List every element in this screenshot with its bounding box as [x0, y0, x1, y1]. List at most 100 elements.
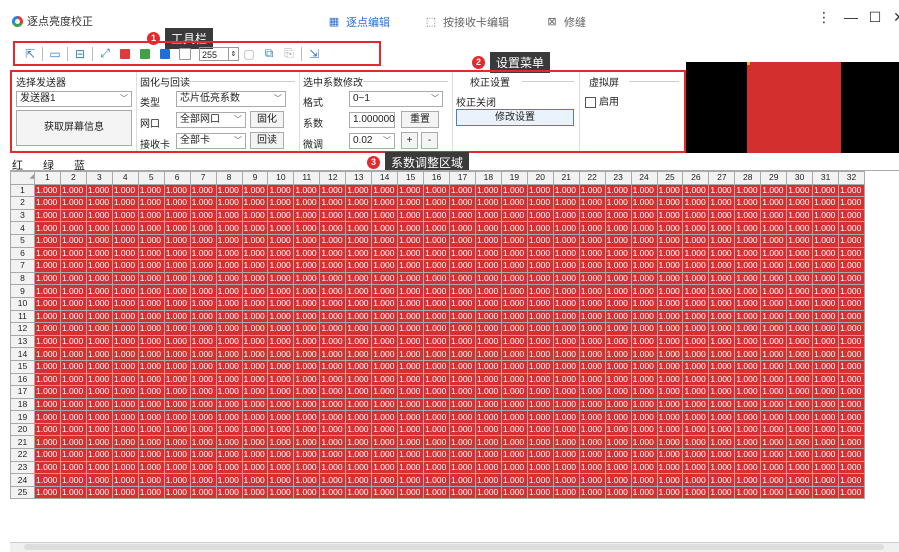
- coefficient-cell[interactable]: 1.000: [293, 183, 321, 198]
- coefficient-cell[interactable]: 1.000: [838, 296, 865, 311]
- coefficient-cell[interactable]: 1.000: [786, 397, 814, 412]
- more-menu-icon[interactable]: ⋮: [815, 9, 833, 26]
- column-header[interactable]: 19: [500, 171, 528, 185]
- coefficient-cell[interactable]: 1.000: [371, 221, 399, 235]
- coefficient-cell[interactable]: 1.000: [500, 208, 528, 223]
- coefficient-cell[interactable]: 1.000: [838, 385, 865, 399]
- coefficient-cell[interactable]: 1.000: [682, 233, 710, 248]
- coefficient-cell[interactable]: 1.000: [630, 359, 658, 374]
- coefficient-cell[interactable]: 1.000: [734, 271, 762, 286]
- coefficient-cell[interactable]: 1.000: [526, 397, 554, 412]
- coefficient-cell[interactable]: 1.000: [838, 208, 865, 223]
- coefficient-cell[interactable]: 1.000: [163, 359, 191, 374]
- coefficient-cell[interactable]: 1.000: [474, 372, 502, 387]
- coefficient-cell[interactable]: 1.000: [371, 435, 399, 450]
- coefficient-cell[interactable]: 1.000: [474, 309, 502, 324]
- coefficient-cell[interactable]: 1.000: [449, 246, 476, 261]
- column-header[interactable]: 3: [85, 171, 113, 185]
- coefficient-cell[interactable]: 1.000: [838, 284, 865, 298]
- coefficient-cell[interactable]: 1.000: [215, 372, 243, 387]
- coefficient-cell[interactable]: 1.000: [474, 208, 502, 223]
- coefficient-cell[interactable]: 1.000: [345, 372, 373, 387]
- coefficient-cell[interactable]: 1.000: [474, 347, 502, 361]
- coefficient-cell[interactable]: 1.000: [163, 334, 191, 349]
- coefficient-cell[interactable]: 1.000: [760, 208, 788, 223]
- coefficient-cell[interactable]: 1.000: [59, 347, 87, 361]
- coefficient-cell[interactable]: 1.000: [500, 271, 528, 286]
- coefficient-cell[interactable]: 1.000: [319, 259, 347, 273]
- coefficient-cell[interactable]: 1.000: [760, 385, 788, 399]
- coefficient-cell[interactable]: 1.000: [319, 309, 347, 324]
- coefficient-cell[interactable]: 1.000: [371, 397, 399, 412]
- coefficient-cell[interactable]: 1.000: [59, 259, 87, 273]
- coefficient-cell[interactable]: 1.000: [708, 309, 736, 324]
- coefficient-cell[interactable]: 1.000: [59, 334, 87, 349]
- coefficient-cell[interactable]: 1.000: [734, 460, 762, 475]
- coefficient-cell[interactable]: 1.000: [85, 208, 113, 223]
- coefficient-cell[interactable]: 1.000: [215, 347, 243, 361]
- coefficient-cell[interactable]: 1.000: [526, 196, 554, 210]
- coefficient-cell[interactable]: 1.000: [59, 460, 87, 475]
- coefficient-cell[interactable]: 1.000: [708, 233, 736, 248]
- coefficient-cell[interactable]: 1.000: [345, 448, 373, 462]
- coefficient-cell[interactable]: 1.000: [111, 271, 139, 286]
- column-header[interactable]: 16: [423, 171, 450, 185]
- coefficient-cell[interactable]: 1.000: [708, 334, 736, 349]
- coefficient-cell[interactable]: 1.000: [85, 246, 113, 261]
- coefficient-cell[interactable]: 1.000: [345, 334, 373, 349]
- coefficient-cell[interactable]: 1.000: [319, 347, 347, 361]
- coefficient-cell[interactable]: 1.000: [423, 347, 450, 361]
- coefficient-cell[interactable]: 1.000: [500, 196, 528, 210]
- coefficient-cell[interactable]: 1.000: [163, 422, 191, 437]
- coefficient-cell[interactable]: 1.000: [474, 221, 502, 235]
- coefficient-cell[interactable]: 1.000: [708, 347, 736, 361]
- brightness-input[interactable]: 255: [199, 46, 229, 61]
- coefficient-cell[interactable]: 1.000: [760, 196, 788, 210]
- coefficient-cell[interactable]: 1.000: [371, 284, 399, 298]
- coefficient-cell[interactable]: 1.000: [786, 359, 814, 374]
- coefficient-cell[interactable]: 1.000: [578, 309, 606, 324]
- coefficient-cell[interactable]: 1.000: [163, 385, 191, 399]
- coefficient-cell[interactable]: 1.000: [604, 296, 632, 311]
- coefficient-cell[interactable]: 1.000: [449, 359, 476, 374]
- modify-settings-button[interactable]: 修改设置: [456, 109, 574, 126]
- column-header[interactable]: 5: [137, 171, 165, 185]
- coefficient-cell[interactable]: 1.000: [734, 259, 762, 273]
- coefficient-cell[interactable]: 1.000: [34, 473, 61, 487]
- coefficient-cell[interactable]: 1.000: [397, 296, 425, 311]
- coefficient-cell[interactable]: 1.000: [319, 246, 347, 261]
- coefficient-cell[interactable]: 1.000: [111, 233, 139, 248]
- coefficient-cell[interactable]: 1.000: [267, 410, 295, 424]
- coefficient-cell[interactable]: 1.000: [137, 435, 165, 450]
- coefficient-cell[interactable]: 1.000: [189, 473, 217, 487]
- row-header[interactable]: 10: [10, 296, 35, 311]
- coefficient-cell[interactable]: 1.000: [474, 296, 502, 311]
- coefficient-cell[interactable]: 1.000: [189, 221, 217, 235]
- coefficient-cell[interactable]: 1.000: [838, 347, 865, 361]
- coefficient-cell[interactable]: 1.000: [604, 271, 632, 286]
- coefficient-cell[interactable]: 1.000: [734, 334, 762, 349]
- coefficient-cell[interactable]: 1.000: [267, 347, 295, 361]
- coefficient-cell[interactable]: 1.000: [630, 322, 658, 336]
- coefficient-cell[interactable]: 1.000: [682, 485, 710, 500]
- coefficient-cell[interactable]: 1.000: [215, 473, 243, 487]
- coefficient-cell[interactable]: 1.000: [656, 221, 684, 235]
- coefficient-cell[interactable]: 1.000: [734, 435, 762, 450]
- coefficient-cell[interactable]: 1.000: [734, 296, 762, 311]
- coefficient-cell[interactable]: 1.000: [319, 271, 347, 286]
- coefficient-cell[interactable]: 1.000: [760, 271, 788, 286]
- coefficient-cell[interactable]: 1.000: [345, 259, 373, 273]
- coefficient-cell[interactable]: 1.000: [500, 435, 528, 450]
- coefficient-cell[interactable]: 1.000: [578, 422, 606, 437]
- coefficient-cell[interactable]: 1.000: [449, 460, 476, 475]
- coefficient-cell[interactable]: 1.000: [241, 372, 269, 387]
- coefficient-cell[interactable]: 1.000: [293, 435, 321, 450]
- coefficient-cell[interactable]: 1.000: [59, 246, 87, 261]
- coefficient-cell[interactable]: 1.000: [371, 246, 399, 261]
- coefficient-cell[interactable]: 1.000: [293, 448, 321, 462]
- coefficient-cell[interactable]: 1.000: [838, 196, 865, 210]
- coefficient-cell[interactable]: 1.000: [734, 372, 762, 387]
- column-header[interactable]: 27: [708, 171, 736, 185]
- coefficient-cell[interactable]: 1.000: [163, 397, 191, 412]
- row-header[interactable]: 23: [10, 460, 35, 475]
